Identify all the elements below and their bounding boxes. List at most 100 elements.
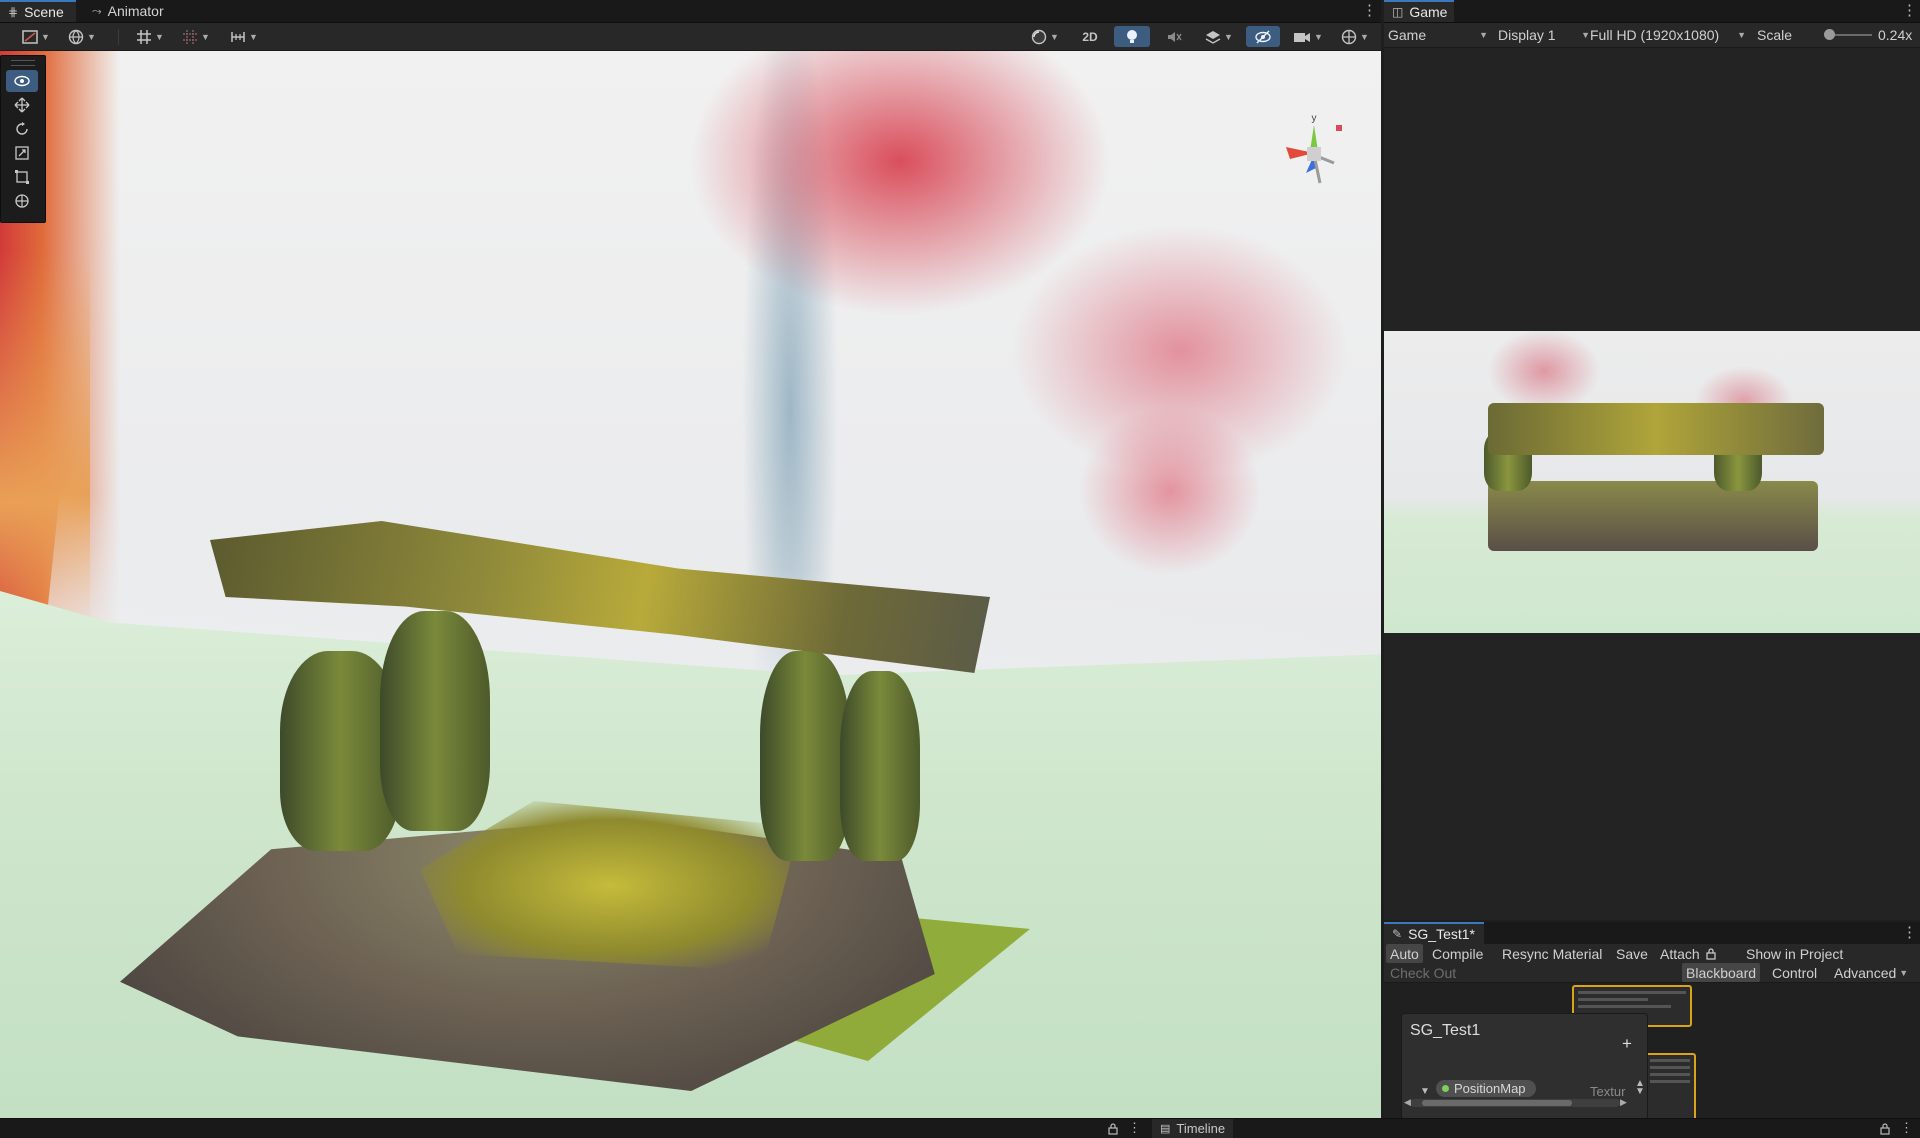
scale-tool-button[interactable] xyxy=(6,142,38,164)
move-tool-button[interactable] xyxy=(6,94,38,116)
shader-graph-tabbar: ✎ SG_Test1* ⋮ xyxy=(1384,922,1920,945)
lightbulb-icon xyxy=(1127,29,1137,43)
pen-icon: ✎ xyxy=(1392,927,1403,941)
shader-graph-toolbar: Auto Compile Resync Material Save Attach… xyxy=(1384,944,1920,963)
game-tabbar: ◫ Game ⋮ xyxy=(1384,0,1920,23)
resolution-dropdown[interactable]: Full HD (1920x1080) ▼ xyxy=(1590,23,1746,47)
sphere-icon xyxy=(1031,29,1047,44)
check-out-button[interactable]: Check Out xyxy=(1386,963,1460,982)
tab-game[interactable]: ◫ Game xyxy=(1384,0,1454,22)
scale-icon xyxy=(15,146,29,160)
draw-mode-dropdown[interactable]: ▼ xyxy=(16,26,56,47)
tab-scene-label: Scene xyxy=(24,4,64,20)
audio-toggle[interactable] xyxy=(1156,26,1192,47)
tab-scene[interactable]: ⋕ Scene xyxy=(0,0,76,22)
scene-viewport[interactable]: y xyxy=(0,51,1381,1118)
snap-dropdown[interactable]: ▼ xyxy=(176,26,216,47)
attach-button[interactable]: Attach xyxy=(1656,944,1720,963)
game-mode-dropdown[interactable]: Game ▼ xyxy=(1388,23,1488,47)
lock-icon[interactable] xyxy=(1880,1123,1890,1135)
ruins-pillar-left-2 xyxy=(380,611,490,831)
tab-animator[interactable]: ⤳ Animator xyxy=(84,0,184,22)
blackboard-scrollbar[interactable] xyxy=(1410,1099,1620,1107)
gizmos-dropdown[interactable]: ▼ xyxy=(1334,26,1376,47)
shading-mode-dropdown[interactable]: ▼ xyxy=(1024,26,1066,47)
chevron-down-icon: ▼ xyxy=(1899,967,1909,978)
transform-icon xyxy=(15,194,29,208)
tab-timeline[interactable]: ▤ Timeline xyxy=(1152,1119,1234,1138)
move-icon xyxy=(14,97,30,113)
scene-toolbar: ▼ ▼ ▼ ▼ ▼ ▼ 2D ▼ ▼ ▼ xyxy=(0,23,1381,51)
tab-shader-graph[interactable]: ✎ SG_Test1* xyxy=(1384,922,1484,944)
add-property-button[interactable]: + xyxy=(1622,1034,1632,1054)
bottom-menu-icon[interactable]: ⋮ xyxy=(1128,1121,1141,1134)
scale-value: 0.24x xyxy=(1878,27,1913,43)
tools-drag-handle[interactable] xyxy=(11,60,35,66)
ruler-icon xyxy=(231,31,245,42)
show-in-project-button[interactable]: Show in Project xyxy=(1742,944,1847,963)
advanced-label: Advanced xyxy=(1834,964,1897,981)
graph-node[interactable] xyxy=(1644,1053,1696,1118)
game-render[interactable] xyxy=(1384,331,1920,633)
timeline-menu-icon[interactable]: ⋮ xyxy=(1900,1121,1913,1134)
advanced-dropdown[interactable]: Advanced ▼ xyxy=(1830,963,1912,982)
scroll-left-icon[interactable]: ◀ xyxy=(1404,1097,1411,1108)
resync-material-button[interactable]: Resync Material xyxy=(1498,944,1606,963)
scrollbar-thumb[interactable] xyxy=(1422,1100,1572,1106)
game-menu-icon[interactable]: ⋮ xyxy=(1902,3,1917,18)
grid-icon xyxy=(137,29,152,44)
eye-slash-icon xyxy=(1255,30,1271,43)
scene-view-dropdown[interactable]: ▼ xyxy=(62,26,102,47)
gizmo-icon xyxy=(1341,29,1357,44)
compile-button[interactable]: Compile xyxy=(1428,944,1487,963)
shader-graph-menu-icon[interactable]: ⋮ xyxy=(1902,925,1917,940)
chevron-down-icon[interactable]: ▼ xyxy=(1420,1086,1430,1097)
animator-icon: ⤳ xyxy=(92,3,102,18)
scene-menu-icon[interactable]: ⋮ xyxy=(1362,3,1377,18)
display-value: Display 1 xyxy=(1498,27,1556,43)
rotate-tool-button[interactable] xyxy=(6,118,38,140)
attach-label: Attach xyxy=(1660,945,1700,962)
game-mode-value: Game xyxy=(1388,27,1427,43)
layers-icon xyxy=(1205,30,1221,44)
bottom-bar: ⋮ ▤ Timeline ⋮ xyxy=(0,1118,1920,1138)
scale-slider-thumb[interactable] xyxy=(1824,29,1835,40)
transform-tool-button[interactable] xyxy=(6,190,38,212)
scene-visibility-toggle[interactable] xyxy=(1246,26,1280,47)
divider xyxy=(118,29,119,45)
shading-icon xyxy=(22,29,38,44)
shader-graph-canvas[interactable]: SG_Test1 + ▼ Textur ▲ ▼ xyxy=(1384,983,1920,1118)
rotate-icon xyxy=(16,122,28,135)
lighting-toggle[interactable] xyxy=(1114,26,1150,47)
rect-tool-button[interactable] xyxy=(6,166,38,188)
property-name: PositionMap xyxy=(1454,1081,1526,1096)
save-button[interactable]: Save xyxy=(1612,944,1652,963)
tab-timeline-label: Timeline xyxy=(1176,1121,1226,1136)
game-ruins-base xyxy=(1488,481,1818,551)
grid-icon: ⋕ xyxy=(8,5,19,19)
lock-icon[interactable] xyxy=(1108,1123,1118,1135)
increment-snap-dropdown[interactable]: ▼ xyxy=(224,26,264,47)
blackboard-toggle[interactable]: Blackboard xyxy=(1682,963,1761,982)
scale-label: Scale xyxy=(1757,27,1793,43)
property-pill[interactable]: PositionMap xyxy=(1436,1080,1536,1097)
display-dropdown[interactable]: Display 1 ▼ xyxy=(1498,23,1590,47)
resolution-value: Full HD (1920x1080) xyxy=(1590,27,1720,43)
rect-transform-icon xyxy=(15,170,29,184)
reorder-icon[interactable]: ▲ ▼ xyxy=(1635,1079,1645,1097)
scroll-right-icon[interactable]: ▶ xyxy=(1620,1097,1627,1108)
grid-dropdown[interactable]: ▼ xyxy=(130,26,170,47)
auto-button[interactable]: Auto xyxy=(1386,944,1423,963)
control-toggle[interactable]: Control xyxy=(1768,963,1821,982)
blackboard-title: SG_Test1 xyxy=(1410,1022,1481,1039)
ruins-pillar-right-2 xyxy=(840,671,920,861)
tab-animator-label: Animator xyxy=(107,3,164,19)
tab-game-label: Game xyxy=(1409,4,1448,20)
shader-graph-toolbar-secondary: Check Out Blackboard Control Advanced ▼ xyxy=(1384,963,1920,983)
orientation-gizmo[interactable]: y xyxy=(1280,111,1350,201)
effects-dropdown[interactable]: ▼ xyxy=(1198,26,1240,47)
toggle-2d-button[interactable]: 2D xyxy=(1072,26,1108,47)
camera-dropdown[interactable]: ▼ xyxy=(1288,26,1328,47)
snap-grid-icon xyxy=(183,29,198,44)
view-tool-button[interactable] xyxy=(6,70,38,92)
